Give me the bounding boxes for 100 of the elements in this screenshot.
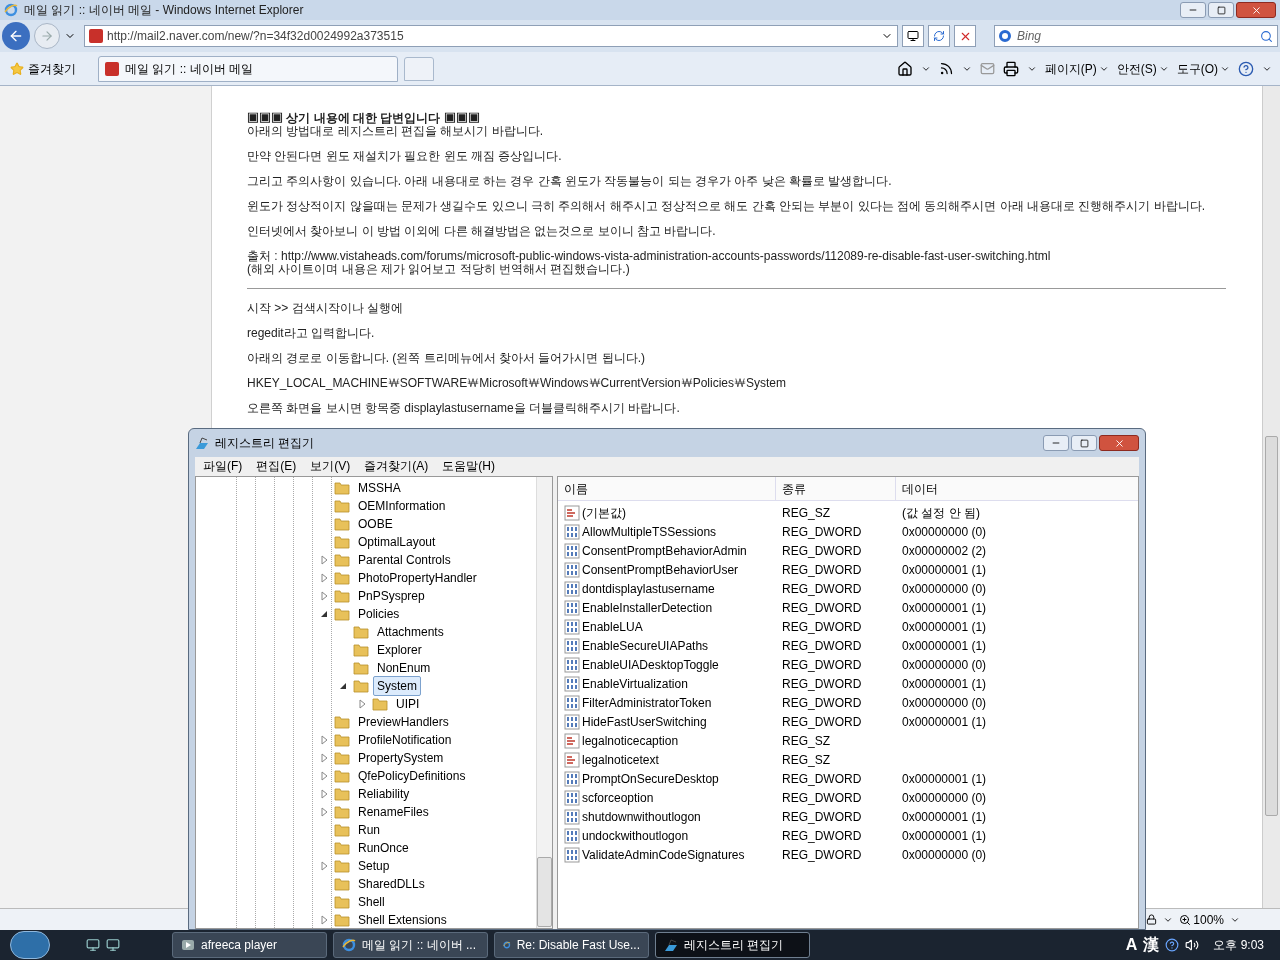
scroll-thumb[interactable] — [537, 857, 552, 927]
browser-tab[interactable]: 메일 읽기 :: 네이버 메일 — [98, 55, 398, 82]
zoom-button[interactable]: 100% — [1179, 910, 1224, 929]
menu-item[interactable]: 즐겨찾기(A) — [364, 457, 429, 475]
menu-item[interactable]: 파일(F) — [203, 457, 243, 475]
tree-item[interactable]: UIPI — [392, 694, 424, 714]
input-mode-indicator[interactable]: 漢 — [1143, 933, 1160, 957]
tree-item[interactable]: PropertySystem — [354, 748, 448, 768]
help-icon[interactable] — [1165, 938, 1180, 952]
command-menu[interactable]: 페이지(P) — [1044, 59, 1109, 78]
tree-item[interactable]: RunOnce — [354, 838, 413, 858]
value-name[interactable]: AllowMultipleTSSessions — [582, 522, 717, 541]
taskbar-button[interactable]: 메일 읽기 :: 네이버 ... — [333, 932, 488, 958]
favorites-button[interactable]: 즐겨찾기 — [8, 59, 78, 78]
value-name[interactable]: EnableUIADesktopToggle — [582, 655, 719, 674]
clock[interactable]: 오후 9:03 — [1213, 936, 1264, 954]
menu-item[interactable]: 보기(V) — [310, 457, 351, 475]
value-name[interactable]: ConsentPromptBehaviorUser — [582, 560, 739, 579]
close-button[interactable] — [1099, 435, 1139, 451]
expand-triangle-icon[interactable] — [318, 572, 330, 584]
start-button[interactable] — [10, 931, 50, 959]
column-header[interactable]: 이름 — [558, 477, 776, 500]
tree-item[interactable]: Reliability — [354, 784, 414, 804]
tree-item[interactable]: Setup — [354, 856, 394, 876]
tree-item[interactable]: SharedDLLs — [354, 874, 429, 894]
value-name[interactable]: PromptOnSecureDesktop — [582, 769, 719, 788]
value-name[interactable]: scforceoption — [582, 788, 654, 807]
tree-item[interactable]: Shell Extensions — [354, 910, 451, 928]
value-name[interactable]: EnableSecureUIAPaths — [582, 636, 709, 655]
value-name[interactable]: EnableLUA — [582, 617, 643, 636]
tree-item[interactable]: RenameFiles — [354, 802, 433, 822]
back-button[interactable] — [2, 22, 30, 50]
print-icon[interactable] — [1002, 60, 1019, 77]
tree-item[interactable]: PnPSysprep — [354, 586, 429, 606]
column-header[interactable]: 종류 — [776, 477, 896, 500]
page-scrollbar[interactable] — [1262, 86, 1280, 908]
value-name[interactable]: undockwithoutlogon — [582, 826, 689, 845]
tree-item[interactable]: Shell — [354, 892, 389, 912]
taskbar-button[interactable]: 레지스트리 편집기 — [655, 932, 810, 958]
feed-icon[interactable] — [938, 61, 954, 76]
tree-item[interactable]: System — [373, 676, 421, 696]
menu-item[interactable]: 도움말(H) — [442, 457, 495, 475]
tree-item[interactable]: Explorer — [373, 640, 426, 660]
expand-triangle-icon[interactable] — [318, 554, 330, 566]
tree-item[interactable]: QfePolicyDefinitions — [354, 766, 470, 786]
expand-triangle-icon[interactable] — [318, 914, 330, 926]
tree-item[interactable]: ProfileNotification — [354, 730, 456, 750]
value-name[interactable]: ValidateAdminCodeSignatures — [582, 845, 745, 864]
minimize-button[interactable] — [1180, 2, 1206, 18]
expand-triangle-icon[interactable] — [318, 806, 330, 818]
command-menu[interactable]: 안전(S) — [1116, 59, 1169, 78]
column-header[interactable]: 데이터 — [896, 477, 1138, 500]
tree-item[interactable]: Run — [354, 820, 384, 840]
close-button[interactable] — [1236, 2, 1276, 18]
stop-button[interactable] — [954, 25, 976, 47]
show-desktop-icon[interactable] — [86, 938, 100, 952]
value-name[interactable]: EnableVirtualization — [582, 674, 688, 693]
tree-item[interactable]: Attachments — [373, 622, 448, 642]
address-field[interactable]: http://mail2.naver.com/new/?n=34f32d0024992a373515 — [84, 25, 898, 47]
expand-triangle-icon[interactable] — [318, 860, 330, 872]
value-name[interactable]: ConsentPromptBehaviorAdmin — [582, 541, 747, 560]
search-field[interactable]: Bing — [994, 25, 1278, 47]
value-name[interactable]: FilterAdministratorToken — [582, 693, 712, 712]
taskbar-button[interactable]: Re: Disable Fast Use... — [494, 932, 649, 958]
help-icon[interactable] — [1238, 60, 1254, 77]
tree-item[interactable]: NonEnum — [373, 658, 435, 678]
value-name[interactable]: legalnoticecaption — [582, 731, 679, 750]
tree-item[interactable]: PhotoPropertyHandler — [354, 568, 481, 588]
tree-item[interactable]: Policies — [354, 604, 404, 624]
tree-item[interactable]: OOBE — [354, 514, 397, 534]
expand-triangle-icon[interactable] — [318, 734, 330, 746]
taskbar-button[interactable]: afreeca player — [172, 932, 327, 958]
tree-item[interactable]: MSSHA — [354, 478, 405, 498]
restore-button[interactable] — [1208, 2, 1234, 18]
refresh-button[interactable] — [928, 25, 950, 47]
tree-item[interactable]: OEMInformation — [354, 496, 450, 516]
expand-triangle-icon[interactable] — [318, 590, 330, 602]
menu-item[interactable]: 편집(E) — [256, 457, 297, 475]
search-icon[interactable] — [1260, 29, 1273, 43]
scroll-thumb[interactable] — [1265, 436, 1278, 816]
compatibility-button[interactable] — [902, 25, 924, 47]
switch-windows-icon[interactable] — [106, 938, 120, 952]
value-name[interactable]: legalnoticetext — [582, 750, 659, 769]
tree-item[interactable]: OptimalLayout — [354, 532, 440, 552]
maximize-button[interactable] — [1071, 435, 1097, 451]
home-icon[interactable] — [896, 60, 913, 77]
expand-triangle-icon[interactable] — [318, 770, 330, 782]
mail-icon[interactable] — [979, 61, 995, 76]
tree-scrollbar[interactable] — [536, 477, 552, 928]
value-name[interactable]: (기본값) — [582, 503, 626, 522]
tree-item[interactable]: PreviewHandlers — [354, 712, 453, 732]
tree-item[interactable]: Parental Controls — [354, 550, 455, 570]
value-name[interactable]: EnableInstallerDetection — [582, 598, 713, 617]
volume-icon[interactable] — [1185, 938, 1200, 952]
input-mode-indicator[interactable]: A — [1125, 933, 1138, 957]
expand-triangle-icon[interactable] — [318, 788, 330, 800]
expand-triangle-icon[interactable] — [356, 698, 368, 710]
value-name[interactable]: shutdownwithoutlogon — [582, 807, 701, 826]
command-menu[interactable]: 도구(O) — [1176, 59, 1230, 78]
minimize-button[interactable] — [1043, 435, 1069, 451]
